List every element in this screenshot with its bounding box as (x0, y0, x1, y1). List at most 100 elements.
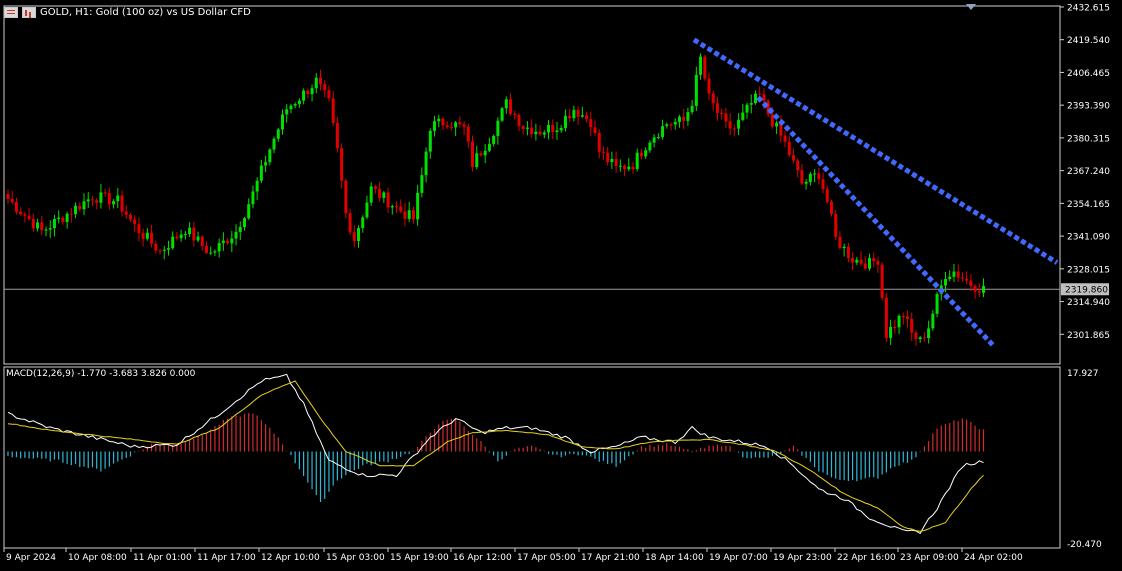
candle-body (437, 118, 441, 122)
candle (703, 54, 707, 81)
candle (859, 251, 863, 266)
candle (120, 190, 124, 217)
candle-body (90, 199, 94, 201)
candle-body (513, 113, 517, 115)
candle-body (804, 181, 808, 184)
candle-body (956, 271, 960, 278)
candle (576, 106, 580, 125)
candle-body (707, 78, 711, 94)
candle-body (365, 202, 369, 218)
price-tick-label: 2393.390 (1067, 102, 1110, 112)
candle-body (268, 149, 272, 163)
candle (973, 284, 977, 299)
candle-body (829, 201, 833, 214)
candle-body (905, 316, 909, 319)
candle (927, 320, 931, 344)
candle (471, 135, 475, 172)
price-pane-frame (3, 5, 1061, 365)
chart-type-icon[interactable] (22, 6, 36, 18)
candle-body (357, 228, 361, 242)
candle-body (411, 210, 415, 220)
candle-body (547, 125, 551, 133)
macd-label: MACD(12,26,9) -1.770 -3.683 3.826 0.000 (6, 369, 196, 379)
candle-body (884, 297, 888, 338)
candle-body (458, 122, 462, 125)
candle (901, 312, 905, 325)
candle-body (74, 205, 78, 215)
candle-body (775, 122, 779, 127)
chart-shift-marker-icon[interactable] (966, 4, 976, 10)
candle-body (192, 227, 196, 241)
candle-body (935, 293, 939, 314)
candle-body (264, 162, 268, 166)
candle-body (901, 315, 905, 317)
candle (247, 198, 251, 220)
grid-icon[interactable] (4, 6, 18, 18)
candle-body (669, 124, 673, 126)
candle-body (314, 77, 318, 89)
candle-body (416, 192, 420, 220)
candle-body (395, 206, 399, 208)
candle-body (441, 118, 445, 126)
candle-body (910, 318, 914, 333)
candle (319, 69, 323, 91)
candle-body (656, 137, 660, 139)
candle (956, 264, 960, 283)
time-tick-label: 15 Apr 03:00 (326, 553, 385, 563)
time-tick-label: 24 Apr 02:00 (964, 553, 1023, 563)
candle (496, 117, 500, 145)
candle (428, 128, 432, 159)
candle-body (479, 153, 483, 156)
candle (242, 216, 246, 231)
candle (437, 114, 441, 128)
candle-body (116, 195, 120, 202)
candle (876, 256, 880, 273)
candle-body (10, 198, 14, 203)
candle (27, 208, 31, 221)
candle-body (842, 246, 846, 249)
candle (65, 211, 69, 229)
candle (179, 229, 183, 242)
candle (639, 148, 643, 160)
candle-body (677, 116, 681, 122)
candle-body (644, 150, 648, 157)
candle-body (57, 217, 61, 220)
candle (124, 205, 128, 219)
price-chart-svg[interactable]: 2432.615 2419.540 2406.465 2393.390 2380.315… (0, 0, 1122, 571)
macd-indicator (7, 373, 985, 535)
candle (373, 185, 377, 194)
candle-body (340, 148, 344, 181)
candle-body (724, 113, 728, 122)
candle-body (572, 109, 576, 119)
candle (331, 91, 335, 127)
chart-window[interactable]: 2432.615 2419.540 2406.465 2393.390 2380.315… (0, 0, 1122, 571)
candle (509, 93, 513, 116)
candle-body (728, 121, 732, 129)
candle-body (737, 119, 741, 129)
candle-body (445, 125, 449, 128)
price-tick-label: 2380.315 (1067, 134, 1110, 144)
candle-body (466, 126, 470, 142)
candle-body (555, 130, 559, 132)
candle-body (699, 56, 703, 75)
candle (23, 211, 27, 223)
candle (563, 109, 567, 132)
candle (893, 319, 897, 334)
candle (517, 113, 521, 132)
candlestick-series (6, 53, 986, 346)
candle (90, 196, 94, 206)
candle-body (652, 137, 656, 143)
candle-body (310, 88, 314, 95)
trendline-2 (756, 95, 995, 347)
candle (842, 243, 846, 257)
candle (479, 151, 483, 157)
candle-body (825, 189, 829, 202)
trendline-layer[interactable] (692, 37, 1059, 347)
candle-body (454, 122, 458, 128)
candle-body (741, 112, 745, 120)
candle (525, 121, 529, 136)
candle-body (369, 186, 373, 203)
candle-body (889, 326, 893, 338)
candle-body (517, 114, 521, 127)
candle (188, 222, 192, 237)
